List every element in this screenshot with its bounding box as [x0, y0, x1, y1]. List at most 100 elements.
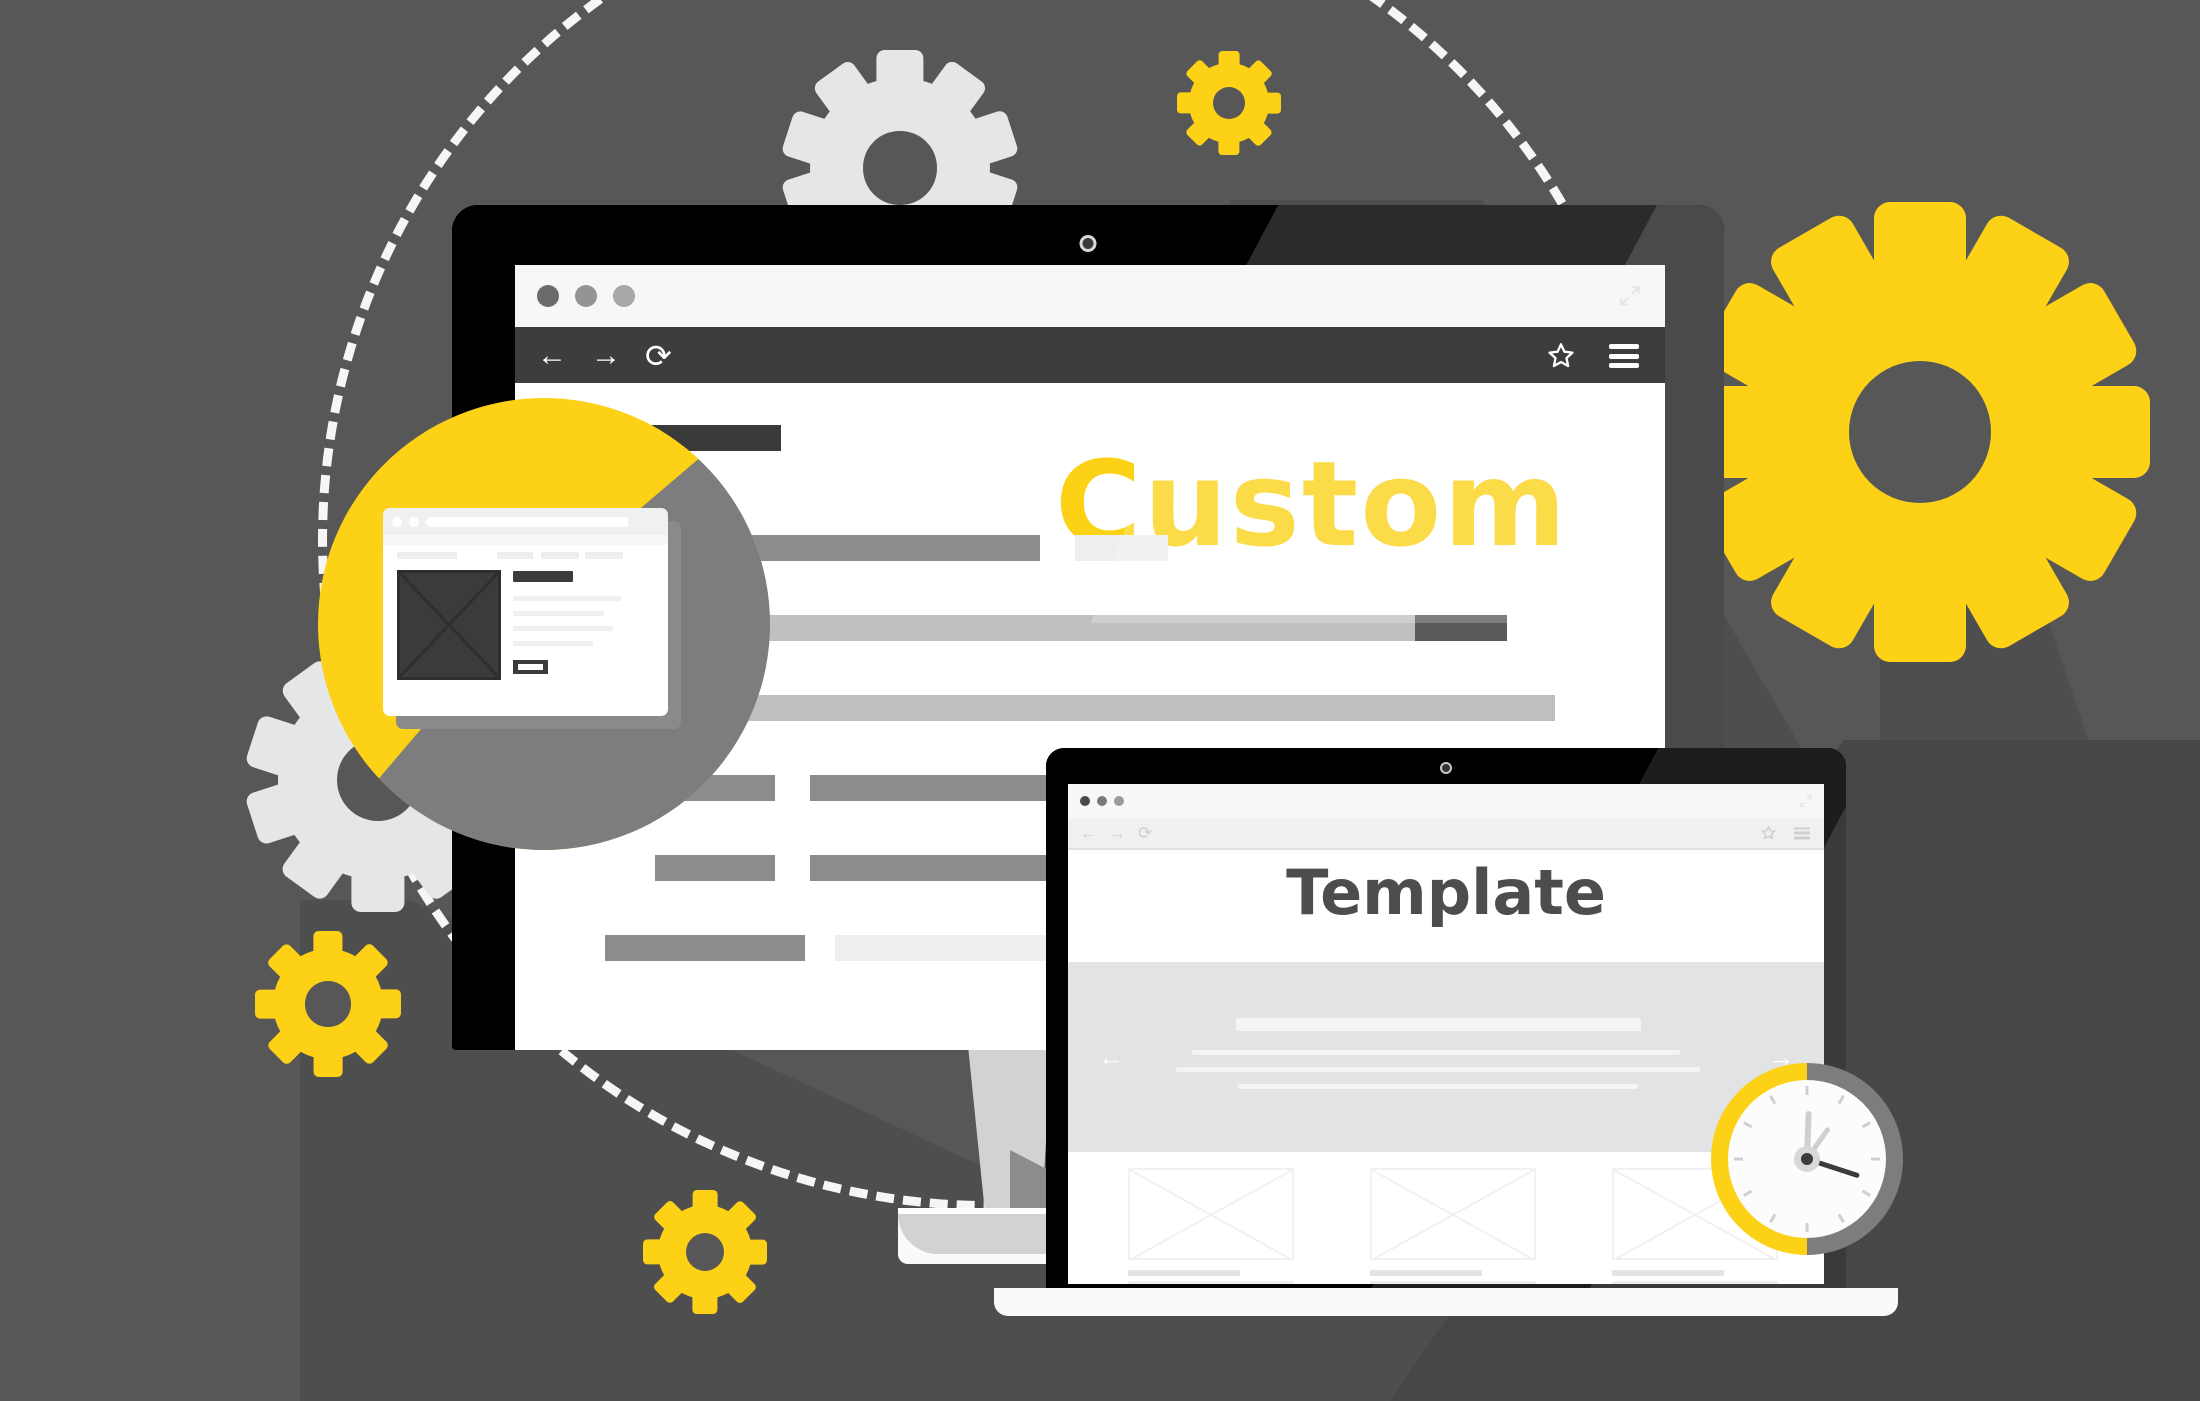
- forward-arrow-icon[interactable]: →: [1109, 825, 1126, 842]
- back-arrow-icon[interactable]: ←: [1080, 825, 1097, 842]
- hamburger-menu-icon[interactable]: [1794, 827, 1810, 839]
- star-icon[interactable]: [1547, 342, 1575, 370]
- laptop-traffic-lights: [1080, 796, 1124, 806]
- card-title-line: [1128, 1270, 1240, 1276]
- laptop-base: [994, 1288, 1898, 1316]
- browser-right-icons: [1547, 342, 1639, 370]
- clock: [1711, 1063, 1903, 1255]
- forward-arrow-icon[interactable]: →: [591, 341, 621, 371]
- laptop-browser-tab-bar: [1068, 784, 1824, 818]
- expand-arrow-icon[interactable]: [1798, 793, 1814, 809]
- expand-arrow-icon[interactable]: [1617, 283, 1643, 309]
- clock-tick: [1743, 1121, 1753, 1129]
- gear-tooth: [1260, 92, 1281, 114]
- mini-nav-item[interactable]: [397, 552, 457, 559]
- minimize-dot-icon[interactable]: [409, 516, 419, 527]
- mini-nav-item[interactable]: [585, 552, 623, 559]
- gear-tooth: [742, 1239, 767, 1265]
- traffic-lights: [537, 285, 635, 307]
- close-dot-icon[interactable]: [1080, 796, 1090, 806]
- gear-tooth: [643, 1239, 668, 1265]
- content-bar: [740, 615, 1480, 641]
- mini-url-bar[interactable]: [433, 516, 628, 527]
- laptop-nav-icons: ← → ⟳: [1080, 825, 1152, 842]
- back-arrow-icon[interactable]: ←: [537, 341, 567, 371]
- reload-icon[interactable]: ⟳: [645, 340, 672, 372]
- gear-tooth: [1177, 92, 1198, 114]
- mini-traffic-lights: [392, 516, 436, 527]
- card-text-line: [1370, 1281, 1536, 1284]
- minimize-dot-icon[interactable]: [575, 285, 597, 307]
- browser-tab-bar: [515, 265, 1665, 327]
- maximize-dot-icon[interactable]: [613, 285, 635, 307]
- clock-tick: [1734, 1157, 1743, 1161]
- laptop-webcam-icon: [1440, 762, 1452, 774]
- mini-nav-item[interactable]: [497, 552, 533, 559]
- laptop-nav-right-icons: [1761, 826, 1810, 841]
- clock-tick: [1805, 1086, 1809, 1095]
- clock-center-dot: [1801, 1153, 1813, 1165]
- star-icon[interactable]: [1761, 826, 1776, 841]
- laptop-chrome-divider: [1068, 848, 1824, 850]
- mini-text-line: [513, 641, 593, 646]
- gear-tooth: [2058, 386, 2150, 478]
- content-bar: [605, 935, 805, 961]
- content-bar: [1415, 615, 1507, 641]
- content-bar: [1075, 535, 1168, 561]
- placeholder-image-icon: [1370, 1168, 1536, 1260]
- gear-hub-hole: [863, 131, 937, 205]
- hero-line: [1192, 1050, 1680, 1055]
- clock-tick: [1805, 1223, 1809, 1232]
- gear-tooth: [255, 989, 285, 1019]
- list-item[interactable]: [1370, 1168, 1536, 1284]
- gear-icon-yellow-bot: [643, 1190, 767, 1314]
- template-headline: Template: [1286, 856, 1606, 929]
- webcam-icon: [1079, 235, 1097, 252]
- clock-tick: [1769, 1213, 1777, 1223]
- browser-nav-bar: ← → ⟳: [515, 327, 1665, 385]
- card-text-line: [1612, 1281, 1778, 1284]
- list-item[interactable]: [1128, 1168, 1294, 1284]
- magnifier-circle: [318, 398, 770, 850]
- mini-text-line: [513, 596, 621, 601]
- carousel-prev-arrow-icon[interactable]: ←: [1098, 1044, 1124, 1070]
- clock-tick: [1769, 1095, 1777, 1105]
- clock-tick: [1871, 1157, 1880, 1161]
- mini-browser-window: [383, 508, 668, 716]
- hamburger-menu-icon[interactable]: [1609, 344, 1639, 368]
- mini-text-line: [513, 611, 604, 616]
- content-bar: [655, 855, 775, 881]
- clock-tick: [1743, 1189, 1753, 1197]
- close-dot-icon[interactable]: [392, 516, 402, 527]
- mini-browser-tab-bar: [383, 508, 668, 535]
- mini-text-line: [513, 626, 613, 631]
- gear-tooth: [351, 859, 405, 912]
- call-to-action-button[interactable]: [513, 660, 548, 674]
- gear-tooth: [692, 1190, 718, 1215]
- browser-nav-icons: ← → ⟳: [537, 340, 672, 372]
- clock-face: [1728, 1080, 1886, 1238]
- gear-icon-yellow-large: [1690, 202, 2150, 662]
- minimize-dot-icon[interactable]: [1097, 796, 1107, 806]
- mini-browser-nav: [383, 535, 668, 545]
- gear-hub-hole: [1212, 86, 1246, 120]
- gear-tooth: [1218, 51, 1240, 72]
- gear-tooth: [1874, 202, 1966, 294]
- mini-heading-bar: [513, 571, 573, 582]
- gear-tooth: [371, 989, 401, 1019]
- gear-tooth: [1218, 134, 1240, 155]
- gear-tooth: [876, 50, 924, 98]
- maximize-dot-icon[interactable]: [1114, 796, 1124, 806]
- gear-hub-hole: [1848, 360, 1992, 504]
- mini-nav-item[interactable]: [541, 552, 579, 559]
- gear-tooth: [1874, 570, 1966, 662]
- laptop-browser-nav-bar: ← → ⟳: [1068, 818, 1824, 848]
- hero-line: [1176, 1067, 1700, 1072]
- gear-hub-hole: [305, 981, 351, 1027]
- card-title-line: [1370, 1270, 1482, 1276]
- reload-icon[interactable]: ⟳: [1138, 825, 1152, 842]
- card-text-line: [1128, 1281, 1294, 1284]
- close-dot-icon[interactable]: [537, 285, 559, 307]
- card-title-line: [1612, 1270, 1724, 1276]
- gear-tooth: [313, 931, 343, 961]
